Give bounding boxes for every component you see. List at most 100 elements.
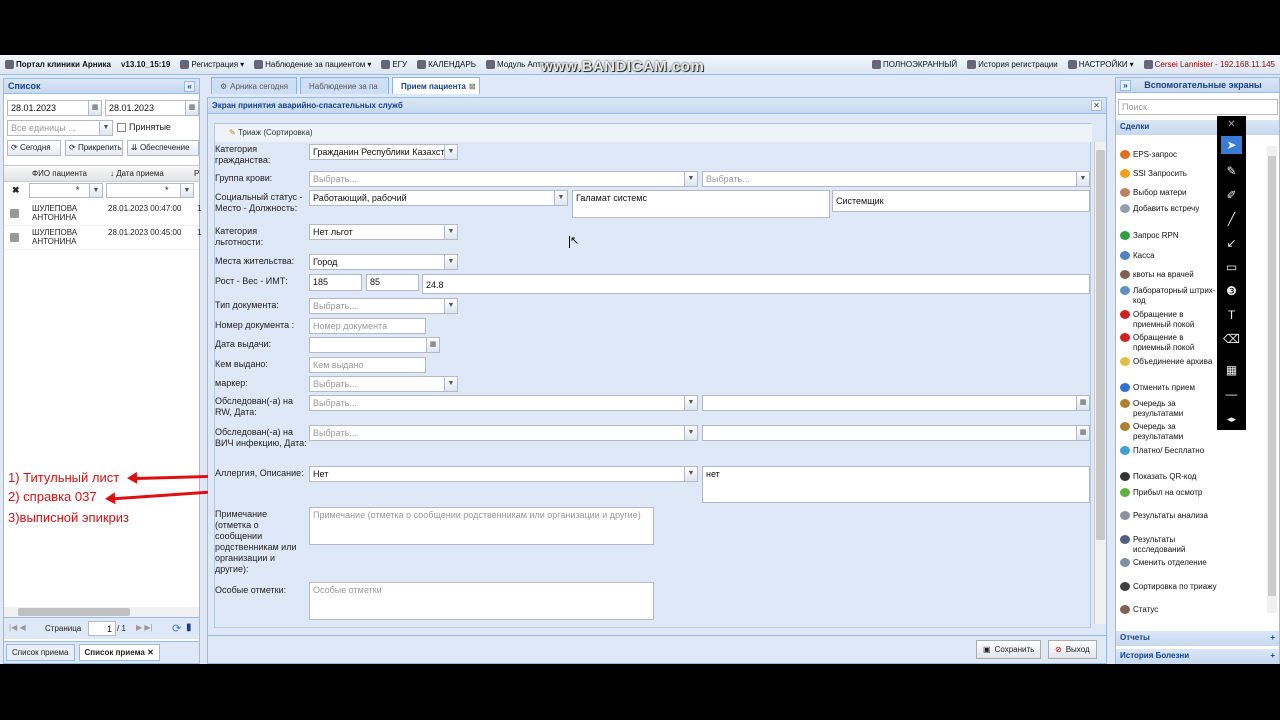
close-icon[interactable]: ✕ — [147, 648, 154, 657]
chevron-down-icon[interactable]: ▼ — [684, 396, 697, 410]
history-section-header[interactable]: История Болезни + — [1116, 649, 1279, 664]
tab-reception-list-active[interactable]: Список приема ✕ — [78, 644, 160, 661]
filter-clear-icon[interactable]: ✖ — [12, 185, 20, 196]
cursor-icon[interactable]: ➤ — [1221, 136, 1242, 154]
residence-select[interactable]: Город ▼ — [309, 254, 458, 270]
chevron-down-icon[interactable]: ▼ — [99, 121, 112, 135]
close-panel-button[interactable]: ✕ — [1091, 100, 1102, 111]
citizenship-select[interactable]: Гражданин Республики Казахстан ▼ — [309, 144, 458, 160]
reports-section-header[interactable]: Отчеты + — [1116, 631, 1279, 646]
list-item[interactable]: Прибыл на осмотр — [1120, 488, 1220, 498]
scroll-thumb[interactable] — [1096, 150, 1105, 540]
weight-input[interactable]: 85 — [366, 274, 419, 291]
collapse-right-button[interactable]: » — [1120, 79, 1131, 91]
hiv-select[interactable]: Выбрать... ▼ — [309, 425, 698, 441]
position-input[interactable]: Системщик — [832, 190, 1090, 212]
menu-calendar[interactable]: КАЛЕНДАРЬ — [412, 60, 481, 69]
app-title[interactable]: Портал клиники Арника — [0, 60, 116, 69]
provision-button[interactable]: ⇊ Обеспечение — [127, 140, 199, 156]
exit-button[interactable]: ⊘ Выход — [1048, 640, 1097, 659]
list-item[interactable]: Показать QR-код — [1120, 472, 1220, 482]
col-extra-header[interactable]: Р — [194, 169, 199, 178]
list-item[interactable]: Обращение в приемный покой — [1120, 310, 1220, 330]
allergy-desc-input[interactable]: нет — [702, 466, 1090, 503]
next-page-icon[interactable]: ▶ ▶| — [136, 623, 153, 632]
issued-by-input[interactable]: Кем выдано — [309, 357, 426, 373]
right-scrollbar[interactable] — [1267, 146, 1277, 613]
horizontal-scrollbar[interactable] — [4, 607, 199, 617]
list-item[interactable]: Выбор матери — [1120, 188, 1220, 198]
page-input[interactable]: 1 — [88, 621, 116, 636]
col-date-header[interactable]: ↓ Дата приема — [110, 169, 164, 178]
bmi-input[interactable]: 24.8 — [422, 274, 1090, 294]
rw-date-input[interactable]: ▦ — [702, 395, 1090, 411]
hiv-date-input[interactable]: ▦ — [702, 425, 1090, 441]
chevron-down-icon[interactable]: ▼ — [684, 426, 697, 440]
tab-patient-reception[interactable]: Прием пациента ⊠ — [392, 77, 480, 94]
allergy-select[interactable]: Нет ▼ — [309, 466, 698, 482]
list-item[interactable]: Обращение в приемный покой — [1120, 333, 1220, 353]
tab-reception-list[interactable]: Список приема — [6, 644, 75, 661]
eraser-icon[interactable]: ⌫ — [1221, 330, 1242, 348]
marker-icon[interactable]: ✐ — [1221, 186, 1242, 204]
list-item[interactable]: Сортировка по триажу — [1120, 582, 1220, 592]
list-item[interactable]: Отменить прием — [1120, 383, 1220, 393]
chevron-down-icon[interactable]: ▼ — [444, 377, 457, 391]
table-row[interactable]: ШУЛЕПОВА АНТОНИНА 28.01.2023 00:47:00 1 — [4, 203, 201, 226]
doc-type-select[interactable]: Выбрать... ▼ — [309, 298, 458, 314]
line-icon[interactable]: ╱ — [1221, 210, 1242, 228]
doc-number-input[interactable]: Номер документа — [309, 318, 426, 334]
blood-select[interactable]: Выбрать... ▼ — [309, 171, 698, 187]
list-item[interactable]: Лабораторный штрих-код — [1120, 286, 1220, 306]
pen-icon[interactable]: ✎ — [1221, 162, 1242, 180]
menu-observation[interactable]: Наблюдение за пациентом ▾ — [249, 60, 376, 69]
col-fio-header[interactable]: ФИО пациента — [32, 169, 87, 178]
list-item[interactable]: Очередь за результатами — [1120, 422, 1220, 442]
date-filter[interactable]: * ▼ — [106, 183, 194, 198]
menu-egu[interactable]: ЕГУ — [376, 60, 412, 69]
chevron-down-icon[interactable]: ▼ — [554, 191, 567, 205]
date-from-field[interactable]: 28.01.2023 ▦ — [7, 100, 102, 116]
text-icon[interactable]: T — [1221, 306, 1242, 324]
list-item[interactable]: Результаты исследований — [1120, 535, 1220, 555]
table-row[interactable]: ШУЛЕПОВА АНТОНИНА 28.01.2023 00:45:00 1 — [4, 227, 201, 250]
chart-icon[interactable]: ▮ — [186, 622, 192, 633]
calendar-icon[interactable]: ▦ — [185, 101, 198, 115]
list-item[interactable]: SSI Запросить — [1120, 169, 1220, 179]
list-item[interactable]: EPS-запрос — [1120, 150, 1220, 160]
user-info[interactable]: Cersei Lannister - 192.168.11.145 — [1139, 60, 1280, 69]
list-item[interactable]: Результаты анализа — [1120, 511, 1220, 521]
attach-button[interactable]: ⟳ Прикрепить — [65, 140, 123, 156]
list-item[interactable]: Запрос RPN — [1120, 231, 1220, 241]
list-item[interactable]: Сменить отделение — [1120, 558, 1220, 568]
special-textarea[interactable]: Особые отметки — [309, 582, 654, 620]
list-item[interactable]: Очередь за результатами — [1120, 399, 1220, 419]
scroll-thumb[interactable] — [18, 608, 130, 616]
numbering-icon[interactable]: ❸ — [1221, 282, 1242, 300]
chevron-down-icon[interactable]: ▼ — [684, 467, 697, 481]
benefit-select[interactable]: Нет льгот ▼ — [309, 224, 458, 240]
menu-settings[interactable]: НАСТРОЙКИ ▾ — [1063, 60, 1139, 69]
accepted-checkbox[interactable]: Принятые — [117, 122, 171, 132]
list-item[interactable]: квоты на врачей — [1120, 270, 1220, 280]
collapse-left-button[interactable]: « — [184, 80, 195, 92]
right-search-input[interactable]: Поиск — [1118, 99, 1278, 115]
height-input[interactable]: 185 — [309, 274, 362, 291]
calendar-icon[interactable]: ▦ — [1076, 426, 1089, 440]
unit-select[interactable]: Все единицы ... ▼ — [7, 120, 113, 136]
list-item[interactable]: Касса — [1120, 251, 1220, 261]
list-item[interactable]: Добавить встречу — [1120, 204, 1220, 214]
form-scrollbar[interactable] — [1094, 142, 1106, 624]
tab-arnika-today[interactable]: ⚙ Арника сегодня — [211, 77, 297, 94]
refresh-icon[interactable]: ⟳ — [172, 622, 181, 635]
list-item[interactable]: Объединение архива — [1120, 357, 1220, 367]
chevron-down-icon[interactable]: ▼ — [444, 225, 457, 239]
close-icon[interactable]: ✕ — [1221, 116, 1242, 134]
arrow-icon[interactable]: ↙ — [1221, 234, 1242, 252]
resize-icon[interactable]: ◂▸ — [1221, 410, 1242, 428]
chevron-down-icon[interactable]: ▼ — [89, 184, 102, 197]
note-textarea[interactable]: Примечание (отметка о сообщении родствен… — [309, 507, 654, 545]
chevron-down-icon[interactable]: ▼ — [1076, 172, 1089, 186]
list-item[interactable]: Статус — [1120, 605, 1220, 615]
menu-registration[interactable]: Регистрация ▾ — [175, 60, 249, 69]
